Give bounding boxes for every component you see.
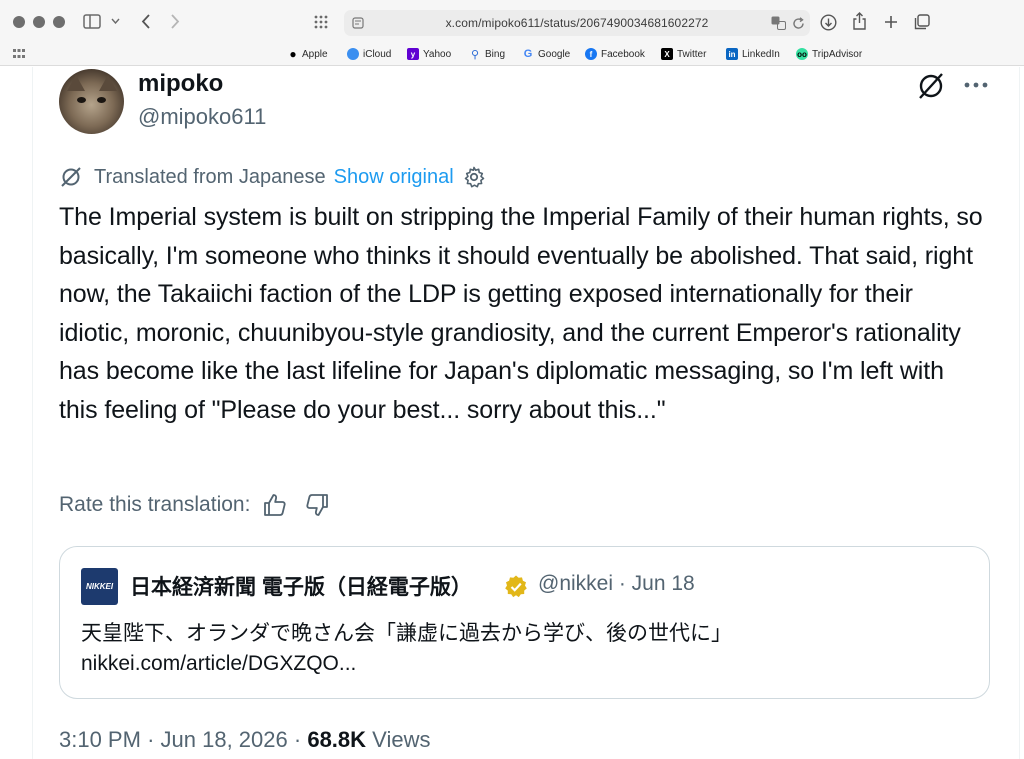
bookmarks-bar [0,44,1024,66]
views-count: 68.8K [307,727,367,752]
bookmark-twitter[interactable]: X Twitter [661,46,706,62]
views-label: Views [372,727,431,752]
bookmark-label: Twitter [677,48,707,60]
forward-icon[interactable] [168,12,182,30]
chevron-down-icon[interactable] [109,15,121,27]
bookmark-label: Bing [485,48,506,60]
bookmarks-grid-icon[interactable] [12,47,26,61]
tweet-time[interactable]: 3:10 PM [59,727,141,752]
x-icon: X [661,48,673,60]
translated-label: Translated from Japanese [94,165,326,188]
thumbs-down-icon[interactable] [304,492,330,518]
new-tab-icon[interactable] [882,13,900,31]
reload-icon[interactable] [790,15,806,31]
rate-translation: Rate this translation: [59,491,330,519]
bookmark-google[interactable]: G Google [522,46,571,62]
google-icon: G [523,48,533,60]
translate-icon[interactable] [770,15,786,31]
thumbs-up-icon[interactable] [262,492,288,518]
quoted-link[interactable]: nikkei.com/article/DGXZQO... [81,652,356,676]
tripadvisor-icon: oo [796,48,808,60]
quoted-tweet[interactable]: NIKKEI 日本経済新聞 電子版（日経電子版） @nikkei · Jun 1… [59,546,990,699]
user-handle[interactable]: @mipoko611 [138,104,266,130]
address-bar[interactable]: x.com/mipoko611/status/20674900346816022… [344,10,810,36]
tab-overview-icon[interactable] [313,14,329,30]
avatar[interactable] [59,69,124,134]
yahoo-icon: y [407,48,419,60]
display-name[interactable]: mipoko [138,70,223,98]
more-options-icon[interactable] [962,71,990,99]
quoted-text: 天皇陛下、オランダで晩さん会「謙虚に過去から学び、後の世代に」 [81,622,732,645]
linkedin-icon: in [726,48,738,60]
bookmark-label: Google [538,48,571,60]
tweet-text: The Imperial system is built on strippin… [59,203,983,424]
tabs-icon[interactable] [913,13,931,31]
grok-icon[interactable] [916,71,946,101]
rate-translation-label: Rate this translation: [59,493,251,516]
verified-badge-icon [505,575,527,598]
separator: · [147,727,155,752]
nikkei-logo[interactable]: NIKKEI [81,568,118,605]
bookmark-label: Yahoo [423,48,452,60]
separator: · [293,727,302,752]
window-minimize-button[interactable] [33,16,45,28]
url-text: x.com/mipoko611/status/20674900346816022… [445,16,709,30]
window-zoom-button[interactable] [53,16,65,28]
cloud-icon [347,48,359,60]
sidebar-icon[interactable] [83,13,101,29]
bookmark-bing[interactable]: ⚲ Bing [469,46,505,62]
bookmark-label: iCloud [363,48,392,60]
back-icon[interactable] [138,12,152,30]
show-original-link[interactable]: Show original [334,166,454,189]
tweet-page: mipoko @mipoko611 Translated from Japane… [0,67,1024,759]
tweet-date[interactable]: Jun 18, 2026 [161,727,288,752]
bookmark-label: TripAdvisor [812,48,863,60]
bookmark-label: Facebook [601,48,645,60]
share-icon[interactable] [850,11,868,31]
quoted-handle-date: @nikkei · Jun 18 [538,572,695,595]
apple-icon: ● [289,47,297,61]
bookmark-label: Apple [302,48,328,60]
bookmark-linkedin[interactable]: in LinkedIn [726,46,780,62]
quoted-display-name: 日本経済新聞 電子版（日経電子版） [130,576,472,599]
bookmark-facebook[interactable]: f Facebook [585,46,645,62]
window-close-button[interactable] [13,16,25,28]
download-icon[interactable] [819,13,837,31]
grok-translate-icon [61,167,81,187]
tweet-metadata: 3:10 PM · Jun 18, 2026 · 68.8K Views [59,727,430,753]
browser-toolbar: x.com/mipoko611/status/20674900346816022… [0,0,1024,44]
bookmark-icloud[interactable]: iCloud [347,46,391,62]
bookmark-yahoo[interactable]: y Yahoo [407,46,451,62]
bookmark-apple[interactable]: ● Apple [288,46,328,62]
facebook-icon: f [585,48,597,60]
search-icon: ⚲ [470,48,480,61]
gear-icon[interactable] [462,165,486,189]
translation-bar: Translated from Japanese Show original [59,165,486,189]
bookmark-tripadvisor[interactable]: oo TripAdvisor [796,46,862,62]
bookmark-label: LinkedIn [742,48,780,60]
